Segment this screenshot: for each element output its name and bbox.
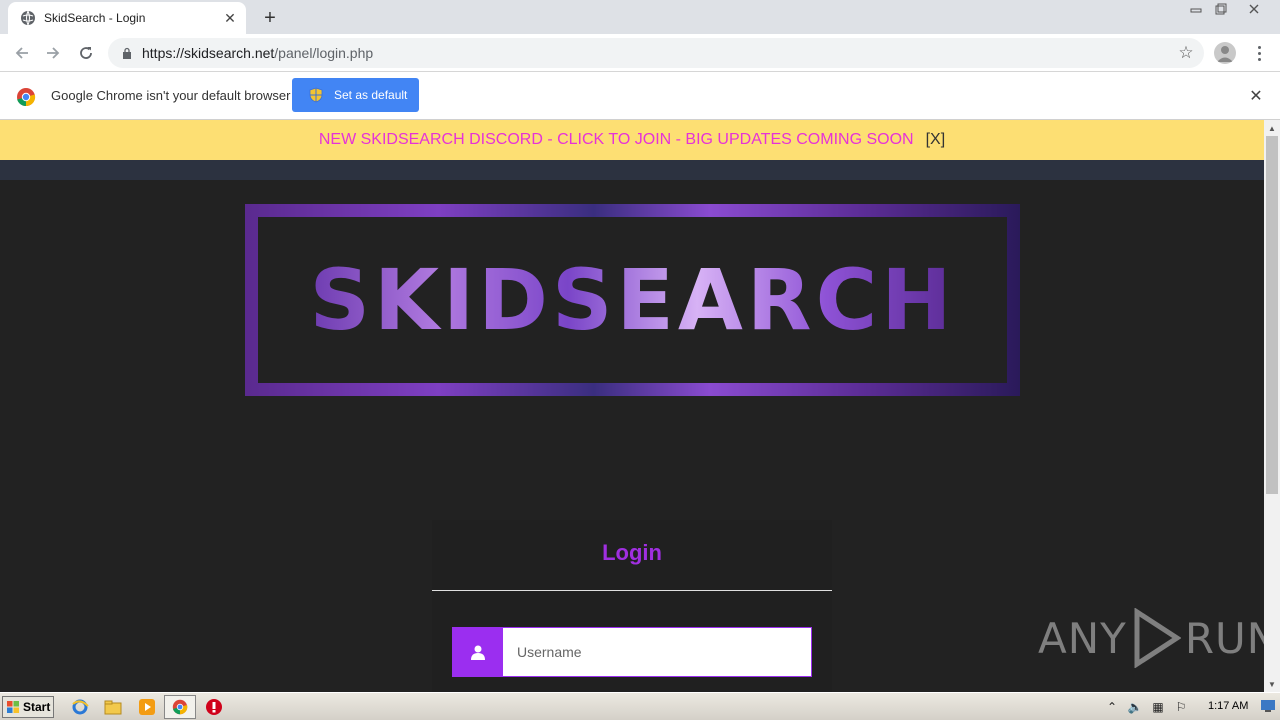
action-center-flag-icon[interactable]: ⚐ [1173, 699, 1189, 715]
user-icon [453, 628, 503, 676]
chrome-icon [172, 699, 188, 715]
tab-skidsearch-login[interactable]: SkidSearch - Login ✕ [8, 2, 246, 34]
browser-toolbar: https://skidsearch.net/panel/login.php ☆ [0, 34, 1280, 72]
nav-strip [0, 160, 1264, 180]
chrome-logo-icon [17, 88, 36, 107]
set-as-default-label: Set as default [334, 88, 408, 102]
lock-icon [120, 46, 134, 60]
windows-taskbar: Start ⌃ 🔈 ▦ ⚐ 1:17 AM [0, 692, 1280, 720]
url-host: https://skidsearch.net [142, 45, 275, 61]
back-button[interactable] [10, 41, 34, 65]
bookmark-star-icon[interactable]: ☆ [1176, 43, 1196, 63]
tray-expand-icon[interactable]: ⌃ [1104, 699, 1120, 715]
scroll-thumb[interactable] [1266, 136, 1278, 494]
web-page: NEW SKIDSEARCH DISCORD - CLICK TO JOIN -… [0, 120, 1264, 692]
show-desktop-icon[interactable] [1260, 699, 1276, 713]
url-path: /panel/login.php [274, 45, 374, 61]
announcement-text: NEW SKIDSEARCH DISCORD - CLICK TO JOIN -… [318, 131, 914, 148]
folder-icon[interactable] [103, 697, 123, 717]
volume-icon[interactable]: 🔈 [1127, 699, 1143, 715]
reload-button[interactable] [74, 41, 98, 65]
username-input[interactable] [503, 628, 811, 676]
tab-title: SkidSearch - Login [44, 11, 146, 25]
default-browser-infobar: Google Chrome isn't your default browser… [0, 72, 1280, 120]
login-title: Login [602, 540, 662, 565]
profile-avatar[interactable] [1214, 42, 1236, 64]
infobar-close-icon[interactable]: ✕ [1246, 86, 1266, 106]
person-icon [1217, 46, 1233, 62]
username-field [452, 627, 812, 677]
tab-close-icon[interactable]: ✕ [220, 8, 240, 28]
shield-icon [309, 87, 323, 103]
arrow-left-icon [15, 47, 28, 59]
stop-icon[interactable] [204, 697, 224, 717]
forward-button[interactable] [41, 41, 65, 65]
windows-flag-icon [7, 701, 19, 713]
minimize-icon [1190, 8, 1202, 13]
window-restore-button[interactable] [1208, 0, 1234, 18]
announcement-close[interactable]: [X] [926, 131, 946, 149]
globe-icon [21, 10, 35, 26]
start-button[interactable]: Start [2, 696, 54, 718]
play-icon [1134, 608, 1181, 668]
network-icon[interactable]: ▦ [1150, 699, 1166, 715]
url-text: https://skidsearch.net/panel/login.php [142, 45, 373, 61]
arrow-right-icon [47, 47, 60, 59]
watermark-right: RUN [1184, 613, 1264, 663]
scroll-up-icon[interactable]: ▲ [1264, 120, 1280, 136]
start-label: Start [23, 700, 51, 714]
window-close-button[interactable] [1237, 0, 1271, 18]
media-player-icon[interactable] [137, 697, 157, 717]
watermark-left: ANY [1038, 613, 1127, 663]
login-divider [432, 590, 832, 591]
skidsearch-banner: SKIDSEARCH [245, 204, 1020, 396]
banner-logo-text: SKIDSEARCH [309, 251, 956, 349]
announcement-bar[interactable]: NEW SKIDSEARCH DISCORD - CLICK TO JOIN -… [0, 120, 1264, 160]
window-minimize-button[interactable] [1183, 0, 1209, 18]
taskbar-clock[interactable]: 1:17 AM [1208, 700, 1248, 712]
infobar-message: Google Chrome isn't your default browser [51, 88, 291, 103]
tab-strip: SkidSearch - Login ✕ + [0, 0, 1280, 34]
taskbar-chrome-button[interactable] [164, 695, 196, 719]
login-card: Login [432, 520, 832, 692]
new-tab-button[interactable]: + [258, 6, 282, 30]
close-icon [1249, 4, 1259, 14]
page-scrollbar[interactable]: ▲ ▼ [1264, 120, 1280, 692]
chrome-menu-button[interactable] [1250, 42, 1268, 64]
address-bar[interactable]: https://skidsearch.net/panel/login.php ☆ [108, 38, 1204, 68]
restore-icon [1215, 3, 1227, 15]
anyrun-watermark: ANY RUN [1038, 608, 1264, 668]
set-as-default-button[interactable]: Set as default [292, 78, 419, 112]
internet-explorer-icon[interactable] [70, 697, 90, 717]
scroll-down-icon[interactable]: ▼ [1264, 676, 1280, 692]
system-tray: ⌃ 🔈 ▦ ⚐ [1104, 695, 1280, 719]
reload-icon [80, 47, 92, 59]
banner-inner: SKIDSEARCH [258, 217, 1007, 383]
